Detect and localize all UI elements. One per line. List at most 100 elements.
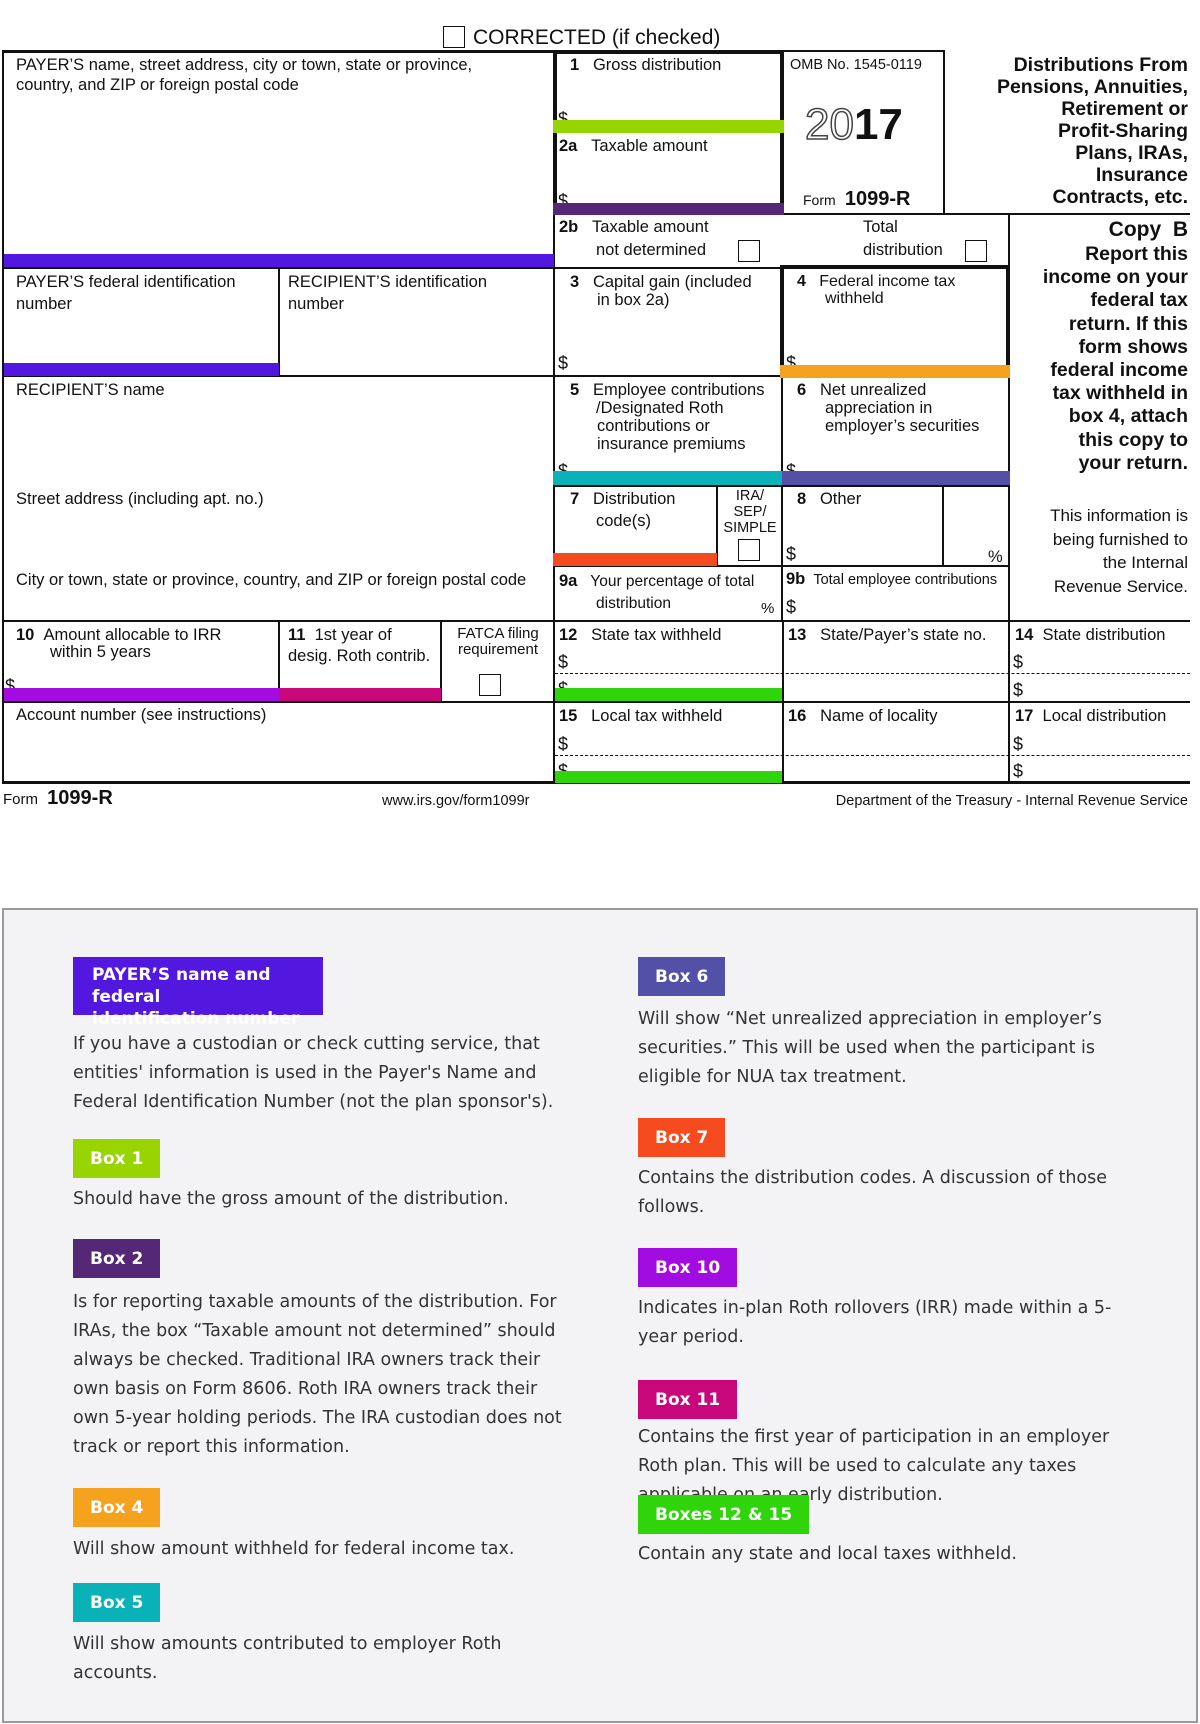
box2a-label: 2a Taxable amount <box>559 137 708 155</box>
payer-name-field[interactable] <box>6 98 551 250</box>
box9a-percent: % <box>761 600 775 617</box>
form-title-line: Plans, IRAs, <box>1075 142 1188 164</box>
irs-notice: This information is being furnished to the… <box>1050 504 1188 598</box>
box17-field[interactable] <box>1026 730 1186 752</box>
recipient-name-label: RECIPIENT’S name <box>16 381 165 399</box>
corrected-label: CORRECTED (if checked) <box>473 26 721 49</box>
tax-year-bold: 17 <box>853 100 903 149</box>
payer-tag: PAYER’S name and federal identification … <box>73 957 323 1029</box>
box17-number: 17 <box>1015 707 1034 725</box>
box14-field[interactable] <box>1026 650 1186 672</box>
box12-field[interactable] <box>572 650 778 672</box>
footer-form-number: 1099-R <box>47 787 113 809</box>
box1-number: 1 <box>570 56 580 74</box>
box4-tag: Box 4 <box>73 1488 161 1527</box>
box12-label-text: State tax withheld <box>591 626 722 644</box>
recipient-id-field[interactable] <box>282 318 550 372</box>
box11-label-2: desig. Roth contrib. <box>288 647 431 665</box>
box10-field[interactable] <box>18 662 276 686</box>
box12-dollar-2: $ <box>558 680 568 688</box>
fatca-label-2: requirement <box>457 641 539 658</box>
box5-dollar: $ <box>558 462 568 471</box>
box8-label-text: Other <box>819 490 862 508</box>
box6-highlight <box>782 471 1010 485</box>
boxes-12-15-tag: Boxes 12 & 15 <box>638 1495 810 1534</box>
copy-b-instructions-line: federal tax <box>1090 289 1188 312</box>
box9b-number: 9b <box>786 570 806 588</box>
payer-name-label: PAYER’S name, street address, city or to… <box>16 56 473 74</box>
box9b-field[interactable] <box>800 592 1004 618</box>
fatca-checkbox[interactable] <box>479 674 501 696</box>
copy-b-instructions-line: this copy to <box>1078 428 1188 451</box>
box14-label-text: State distribution <box>1042 626 1166 644</box>
box5-label-4: insurance premiums <box>597 435 746 453</box>
payer-fed-id-label: PAYER’S federal identification <box>16 273 236 291</box>
account-number-field[interactable] <box>6 728 551 778</box>
box16-number: 16 <box>788 707 807 725</box>
box16-label-text: Name of locality <box>820 707 938 725</box>
ira-sep-label-2: SEP/ <box>733 504 767 520</box>
footer-url[interactable]: www.irs.gov/form1099r <box>382 792 529 810</box>
box2b-label-text: Taxable amount <box>592 218 709 236</box>
irs-notice-line: Revenue Service. <box>1053 576 1188 596</box>
box-explanations-panel: PAYER’S name and federal identification … <box>2 908 1198 1723</box>
form-title-line: Retirement or <box>1061 98 1188 120</box>
box4-dollar: $ <box>786 354 797 365</box>
ira-sep-simple-checkbox[interactable] <box>738 539 760 561</box>
box10-tag: Box 10 <box>638 1248 738 1287</box>
city-field[interactable] <box>6 592 551 618</box>
box10-label-text: Amount allocable to IRR <box>43 626 222 644</box>
box8-amount-field[interactable] <box>800 515 938 561</box>
payer-fed-id-field[interactable] <box>6 318 276 362</box>
box5-label: 5 Employee contributions <box>570 381 764 399</box>
box15-label-text: Local tax withheld <box>591 707 723 725</box>
box3-field[interactable] <box>572 315 778 371</box>
form-number: 1099-R <box>844 188 911 210</box>
box1-field[interactable] <box>572 80 778 118</box>
box5-number: 5 <box>570 381 580 399</box>
box10-highlight <box>4 688 279 701</box>
box11-number: 11 <box>288 626 306 644</box>
box4-label-text: Federal income tax <box>819 273 956 290</box>
box6-label-3: employer’s securities <box>825 417 980 435</box>
ira-sep-label: IRA/ <box>735 488 765 504</box>
form-number-box: Form 1099-R <box>803 188 911 210</box>
form-title: Distributions From Pensions, Annuities, Re… <box>997 54 1188 208</box>
box16-field[interactable] <box>786 730 1004 752</box>
box9a-field[interactable] <box>680 590 758 618</box>
box4-description: Will show amount withheld for federal in… <box>73 1539 515 1559</box>
box1-tag: Box 1 <box>73 1139 161 1178</box>
box3-number: 3 <box>570 273 580 291</box>
box16-label: 16 Name of locality <box>788 707 938 725</box>
form-title-line: Contracts, etc. <box>1052 186 1188 208</box>
box12-highlight <box>555 688 782 701</box>
footer-form-word: Form <box>3 791 38 808</box>
account-number-label: Account number (see instructions) <box>16 706 267 724</box>
box6-label-text: Net unrealized <box>819 381 927 399</box>
box2a-field[interactable] <box>572 160 778 200</box>
box8-number: 8 <box>797 490 807 508</box>
copy-b-instructions: Report this income on your federal tax retu… <box>1043 243 1188 475</box>
street-address-field[interactable] <box>6 511 551 563</box>
total-distribution-checkbox[interactable] <box>965 240 987 262</box>
box4-field[interactable] <box>800 312 1000 362</box>
box5-tag: Box 5 <box>73 1583 161 1622</box>
box14-label: 14 State distribution <box>1015 626 1165 644</box>
payer-name-label-2: country, and ZIP or foreign postal code <box>16 76 299 94</box>
box9b-dollar: $ <box>786 597 797 617</box>
corrected-checkbox[interactable] <box>443 26 465 48</box>
recipient-name-field[interactable] <box>6 402 551 482</box>
copy-b-instructions-line: income on your <box>1042 266 1188 289</box>
box13-field[interactable] <box>786 650 1004 672</box>
box7-field[interactable] <box>572 532 712 552</box>
box11-field[interactable] <box>282 668 438 686</box>
box4-label-2: withheld <box>825 290 884 307</box>
copy-b-instructions-line: box 4, attach <box>1068 405 1188 428</box>
box2a-highlight <box>553 203 784 215</box>
taxable-not-determined-checkbox[interactable] <box>738 240 760 262</box>
box6-tag: Box 6 <box>638 957 726 996</box>
box7-highlight <box>553 553 717 566</box>
box9a-number: 9a <box>559 572 578 590</box>
box8-percent-field[interactable] <box>946 490 986 560</box>
box15-field[interactable] <box>572 730 778 752</box>
